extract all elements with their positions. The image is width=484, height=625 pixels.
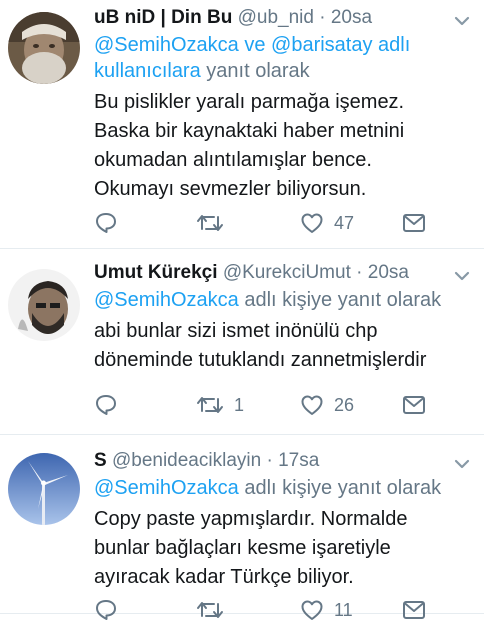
reply-button[interactable] bbox=[94, 208, 118, 238]
reply-suffix: adlı kişiye yanıt olarak bbox=[244, 477, 442, 499]
direct-message-icon bbox=[403, 601, 425, 619]
reply-button[interactable] bbox=[94, 390, 118, 420]
reply-context: @SemihOzakca adlı kişiye yanıt olarak bbox=[94, 287, 448, 313]
author-name[interactable]: Umut Kürekçi bbox=[94, 262, 218, 283]
reply-mentions[interactable]: @SemihOzakca bbox=[94, 477, 239, 499]
direct-message-button[interactable] bbox=[402, 595, 426, 625]
like-count: 11 bbox=[334, 599, 353, 620]
tweet[interactable]: S @benideaciklayin · 17sa @SemihOzakca a… bbox=[0, 435, 484, 620]
avatar[interactable] bbox=[8, 12, 80, 84]
like-icon bbox=[301, 600, 323, 620]
reply-button[interactable] bbox=[94, 595, 118, 625]
author-name[interactable]: uB niD | Din Bu bbox=[94, 7, 232, 28]
direct-message-icon bbox=[403, 396, 425, 414]
retweet-button[interactable] bbox=[196, 595, 234, 625]
author-name[interactable]: S bbox=[94, 450, 107, 471]
direct-message-icon bbox=[403, 214, 425, 232]
like-icon bbox=[301, 213, 323, 233]
author-handle[interactable]: @ub_nid bbox=[238, 7, 314, 28]
retweet-icon bbox=[197, 397, 223, 413]
like-count: 26 bbox=[334, 394, 355, 415]
tweet[interactable]: Umut Kürekçi @KurekciUmut · 20sa @SemihO… bbox=[0, 249, 484, 435]
direct-message-button[interactable] bbox=[402, 390, 426, 420]
reply-suffix: yanıt olarak bbox=[206, 60, 310, 82]
like-count: 47 bbox=[334, 212, 355, 233]
tweet-time[interactable]: 17sa bbox=[278, 450, 319, 471]
chevron-down-icon[interactable] bbox=[452, 14, 472, 28]
retweet-icon bbox=[197, 215, 223, 231]
author-handle[interactable]: @benideaciklayin bbox=[112, 450, 261, 471]
like-button[interactable]: 11 bbox=[300, 595, 353, 625]
reply-icon bbox=[96, 213, 116, 233]
tweet-text: abi bunlar sizi ismet inönülü chp dönemi… bbox=[94, 320, 427, 371]
tweet-text: Copy paste yapmışlardır. Normalde bunlar… bbox=[94, 508, 408, 588]
reply-icon bbox=[96, 600, 116, 620]
chevron-down-icon[interactable] bbox=[452, 269, 472, 283]
chevron-down-icon[interactable] bbox=[452, 457, 472, 471]
tweet-time[interactable]: 20sa bbox=[368, 262, 409, 283]
reply-context: @SemihOzakca ve @barisatay adlı kullanıc… bbox=[94, 32, 448, 84]
tweet-time[interactable]: 20sa bbox=[331, 7, 372, 28]
direct-message-button[interactable] bbox=[402, 208, 426, 238]
retweet-button[interactable] bbox=[196, 208, 234, 238]
reply-icon bbox=[96, 395, 116, 415]
retweet-icon bbox=[197, 602, 223, 618]
like-button[interactable]: 26 bbox=[300, 390, 354, 420]
like-icon bbox=[301, 395, 323, 415]
like-button[interactable]: 47 bbox=[300, 208, 354, 238]
avatar[interactable] bbox=[8, 453, 80, 525]
avatar[interactable] bbox=[8, 269, 80, 341]
retweet-count: 1 bbox=[234, 394, 245, 415]
author-handle[interactable]: @KurekciUmut bbox=[223, 262, 351, 283]
tweet-text: Bu pislikler yaralı parmağa işemez. Bask… bbox=[94, 91, 405, 200]
reply-context: @SemihOzakca adlı kişiye yanıt olarak bbox=[94, 475, 448, 501]
retweet-button[interactable]: 1 bbox=[196, 390, 244, 420]
reply-suffix: adlı kişiye yanıt olarak bbox=[244, 289, 442, 311]
reply-mentions[interactable]: @SemihOzakca bbox=[94, 289, 239, 311]
tweet[interactable]: uB niD | Din Bu @ub_nid · 20sa @SemihOza… bbox=[0, 0, 484, 249]
